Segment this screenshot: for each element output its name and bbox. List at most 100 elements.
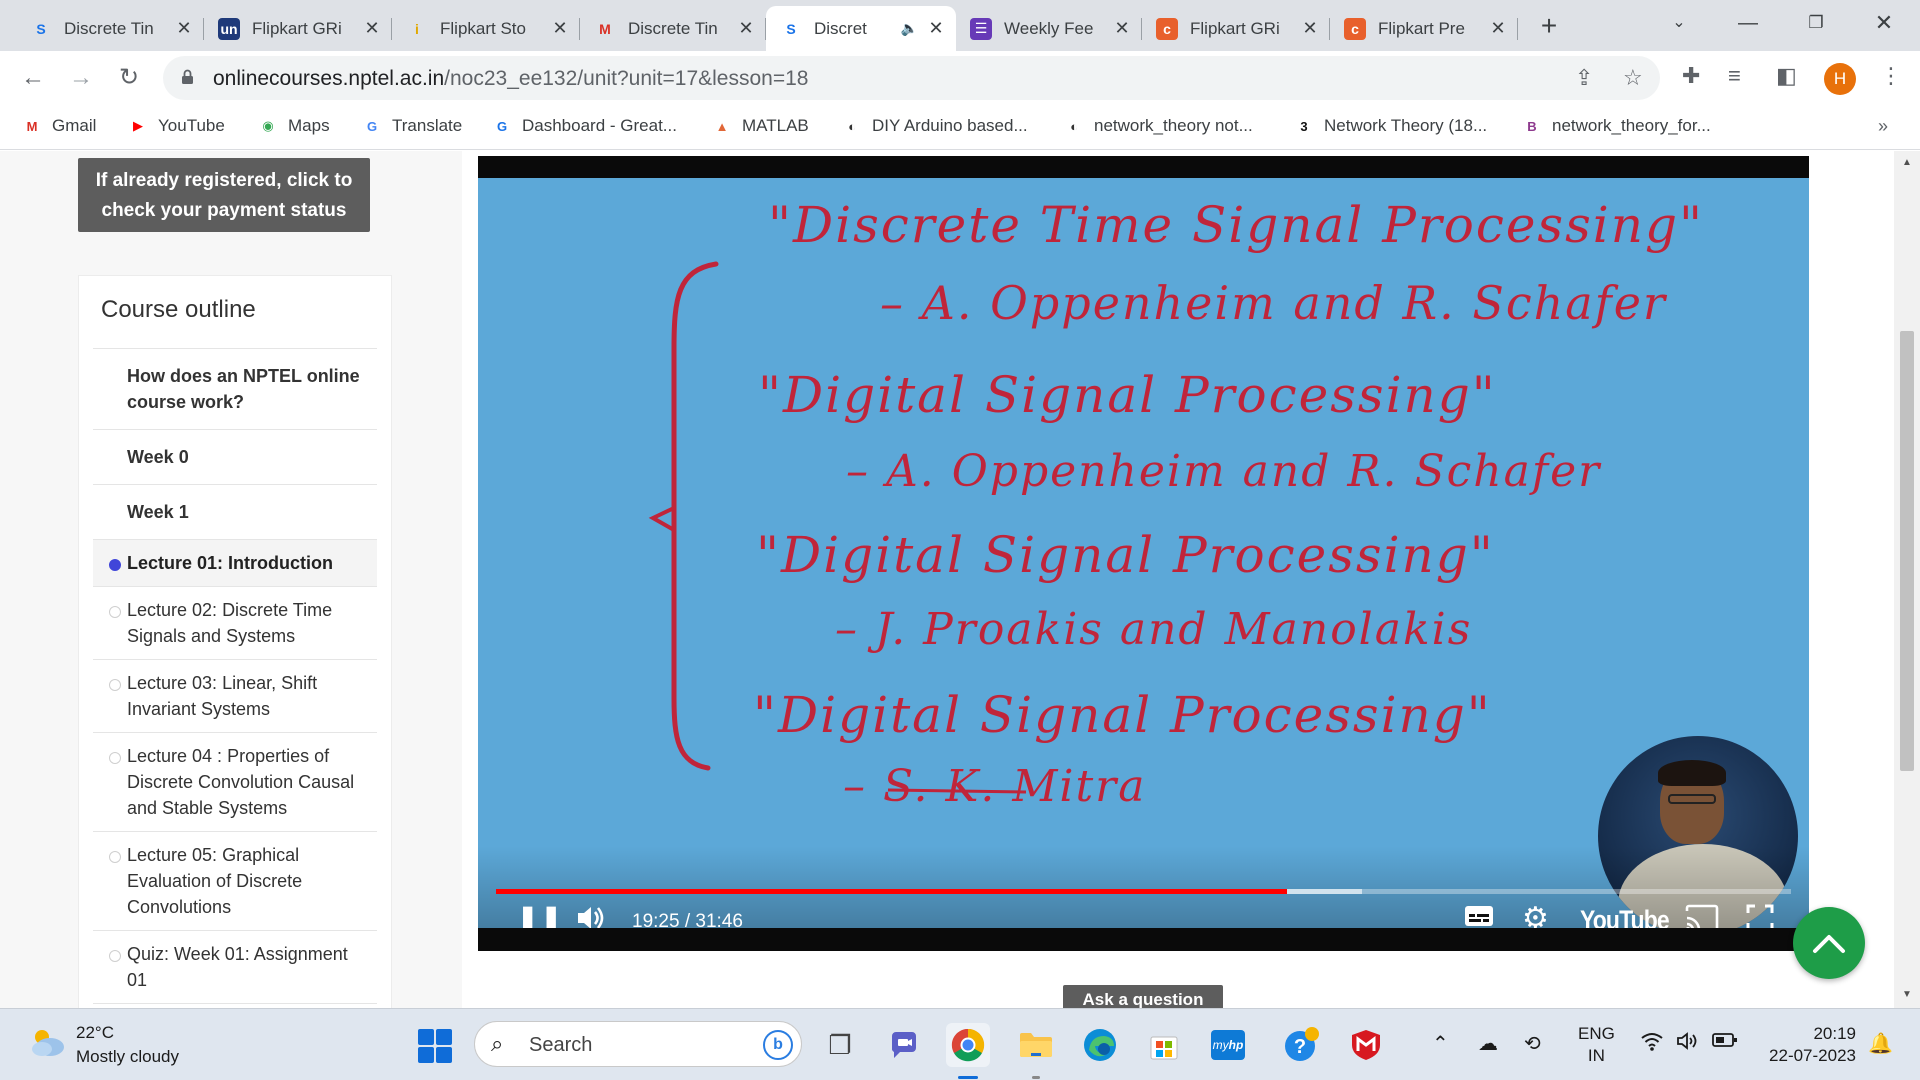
minimize-button[interactable]: — — [1728, 8, 1768, 38]
flipkart-grid-favicon-icon: c — [1156, 17, 1178, 40]
close-tab-icon[interactable]: ✕ — [362, 18, 382, 39]
address-bar[interactable]: onlinecourses.nptel.ac.in/noc23_ee132/un… — [163, 56, 1660, 100]
outline-lesson[interactable]: Lecture 05: Graphical Evaluation of Disc… — [93, 831, 377, 930]
video-progress-bar[interactable] — [496, 889, 1287, 894]
weather-description[interactable]: Mostly cloudy — [76, 1047, 179, 1067]
tab-title: Discret — [814, 18, 867, 38]
ask-question-button[interactable]: Ask a question — [1063, 985, 1223, 1008]
show-hidden-icons-chevron-icon[interactable]: ⌃ — [1432, 1031, 1449, 1056]
more-bookmarks-icon[interactable]: » — [1878, 116, 1888, 137]
close-tab-icon[interactable]: ✕ — [1488, 18, 1508, 39]
teams-chat-icon[interactable] — [882, 1023, 926, 1067]
notification-bell-icon[interactable]: 🔔 — [1868, 1031, 1893, 1056]
browser-tab[interactable]: S Discrete Tin ✕ — [16, 6, 204, 51]
bookmark-item[interactable]: G Dashboard - Great... — [492, 116, 677, 136]
browser-tab[interactable]: c Flipkart Pre ✕ — [1330, 6, 1518, 51]
close-tab-icon[interactable]: ✕ — [1112, 18, 1132, 39]
new-tab-button[interactable]: + — [1532, 10, 1566, 44]
url-text[interactable]: onlinecourses.nptel.ac.in/noc23_ee132/un… — [213, 67, 808, 91]
video-player[interactable]: "Discrete Time Signal Processing" – A. O… — [478, 156, 1809, 951]
outline-item-label: Week 0 — [127, 447, 189, 467]
windows-start-icon[interactable] — [418, 1029, 452, 1063]
task-view-icon[interactable]: ❐ — [818, 1023, 862, 1067]
outline-lesson[interactable]: Quiz: Week 01: Assignment 01 — [93, 930, 377, 1003]
bookmark-star-icon[interactable]: ☆ — [1623, 65, 1643, 91]
reload-button[interactable]: ↻ — [114, 64, 144, 94]
forward-button[interactable]: → — [66, 64, 96, 94]
browser-tab[interactable]: ☰ Weekly Fee ✕ — [956, 6, 1142, 51]
share-icon[interactable]: ⇪ — [1575, 65, 1593, 91]
bookmark-label: MATLAB — [742, 116, 809, 135]
back-button[interactable]: ← — [18, 64, 48, 94]
scroll-down-arrow-icon[interactable]: ▼ — [1902, 989, 1912, 1000]
bookmark-item[interactable]: ◐ network_theory not... — [1064, 116, 1253, 136]
profile-avatar[interactable]: H — [1824, 63, 1856, 95]
onedrive-cloud-icon[interactable]: ☁ — [1478, 1031, 1498, 1056]
edge-icon[interactable] — [1078, 1023, 1122, 1067]
close-tab-icon[interactable]: ✕ — [174, 18, 194, 39]
browser-tab[interactable]: i Flipkart Sto ✕ — [392, 6, 580, 51]
page-scrollbar[interactable]: ▲ ▼ — [1894, 151, 1920, 1008]
extensions-icon[interactable]: ✚ — [1682, 63, 1700, 89]
lesson-status-dot-icon — [109, 950, 121, 962]
system-clock[interactable]: 20:19 22-07-2023 — [1756, 1023, 1856, 1067]
cloudy-weather-icon[interactable] — [28, 1027, 66, 1057]
language-indicator[interactable]: ENG IN — [1578, 1023, 1615, 1067]
help-icon[interactable]: ? — [1280, 1023, 1324, 1067]
outline-lesson[interactable]: Lecture 02: Discrete Time Signals and Sy… — [93, 586, 377, 659]
weather-temperature[interactable]: 22°C — [76, 1023, 114, 1043]
close-tab-icon[interactable]: ✕ — [550, 18, 570, 39]
scroll-to-top-button[interactable] — [1793, 907, 1865, 979]
wifi-icon[interactable] — [1640, 1031, 1664, 1057]
outline-section[interactable]: How does an NPTEL online course work? — [93, 348, 377, 429]
browser-tab[interactable]: un Flipkart GRi ✕ — [204, 6, 392, 51]
board-line-4: – A. Oppenheim and R. Schafer — [846, 446, 1602, 497]
gmail-favicon-icon: M — [599, 20, 611, 37]
bookmark-item[interactable]: M Gmail — [22, 116, 97, 136]
chrome-menu-icon[interactable]: ⋮ — [1880, 63, 1902, 89]
outline-section[interactable]: Week 0 — [93, 429, 377, 484]
bookmark-label: network_theory_for... — [1552, 116, 1711, 135]
payment-status-button[interactable]: If already registered, click to check yo… — [78, 158, 370, 232]
scroll-up-arrow-icon[interactable]: ▲ — [1902, 157, 1912, 168]
close-tab-icon[interactable]: ✕ — [1300, 18, 1320, 39]
bookmark-item[interactable]: Bnetwork_theory_for... — [1522, 116, 1711, 136]
bing-icon[interactable]: b — [763, 1030, 793, 1060]
tab-title: Flipkart Sto — [440, 18, 526, 38]
tab-audio-icon[interactable]: 🔈 — [901, 20, 918, 37]
bookmark-item[interactable]: ◐ DIY Arduino based... — [842, 116, 1028, 136]
bookmark-label: Network Theory (18... — [1324, 116, 1488, 135]
bookmark-item[interactable]: ▲ MATLAB — [712, 116, 809, 136]
tab-title: Flipkart GRi — [252, 18, 342, 38]
media-control-icon[interactable]: ≡ — [1728, 63, 1741, 89]
browser-tab[interactable]: M Discrete Tin ✕ — [580, 6, 766, 51]
chrome-taskbar-icon[interactable] — [946, 1023, 990, 1067]
close-window-button[interactable]: ✕ — [1864, 8, 1904, 38]
outline-lesson[interactable]: Lecture 01: Introduction — [93, 539, 377, 586]
browser-tab[interactable]: c Flipkart GRi ✕ — [1142, 6, 1330, 51]
outline-lesson[interactable]: Lecture 04 : Properties of Discrete Conv… — [93, 732, 377, 831]
battery-icon[interactable] — [1712, 1031, 1738, 1055]
close-tab-icon[interactable]: ✕ — [736, 18, 756, 39]
scrollbar-thumb[interactable] — [1900, 331, 1914, 771]
microsoft-store-icon[interactable] — [1142, 1023, 1186, 1067]
file-explorer-icon[interactable] — [1014, 1023, 1058, 1067]
outline-section[interactable]: Week 1 — [93, 484, 377, 539]
speaker-icon[interactable] — [1676, 1031, 1700, 1057]
tab-search-icon[interactable]: ⌄ — [1659, 8, 1699, 38]
bookmark-item[interactable]: ▶ YouTube — [128, 116, 225, 136]
mcafee-icon[interactable] — [1344, 1023, 1388, 1067]
myhp-icon[interactable]: myhp — [1206, 1023, 1250, 1067]
bookmark-item[interactable]: G Translate — [362, 116, 462, 136]
current-lesson-dot-icon — [109, 559, 121, 571]
close-tab-icon[interactable]: ✕ — [926, 18, 946, 39]
svg-text:?: ? — [1294, 1036, 1306, 1058]
taskbar-search[interactable]: ⌕ Search b — [474, 1021, 802, 1067]
outline-lesson[interactable]: Lecture 03: Linear, Shift Invariant Syst… — [93, 659, 377, 732]
bookmark-item[interactable]: 3 Network Theory (18... — [1294, 116, 1487, 136]
bookmark-item[interactable]: ◉ Maps — [258, 116, 329, 136]
restore-button[interactable]: ❐ — [1796, 8, 1836, 38]
side-panel-icon[interactable]: ◧ — [1776, 63, 1797, 89]
sync-icon[interactable]: ⟲ — [1524, 1031, 1541, 1056]
browser-tab[interactable]: S Discret 🔈 ✕ — [766, 6, 956, 51]
